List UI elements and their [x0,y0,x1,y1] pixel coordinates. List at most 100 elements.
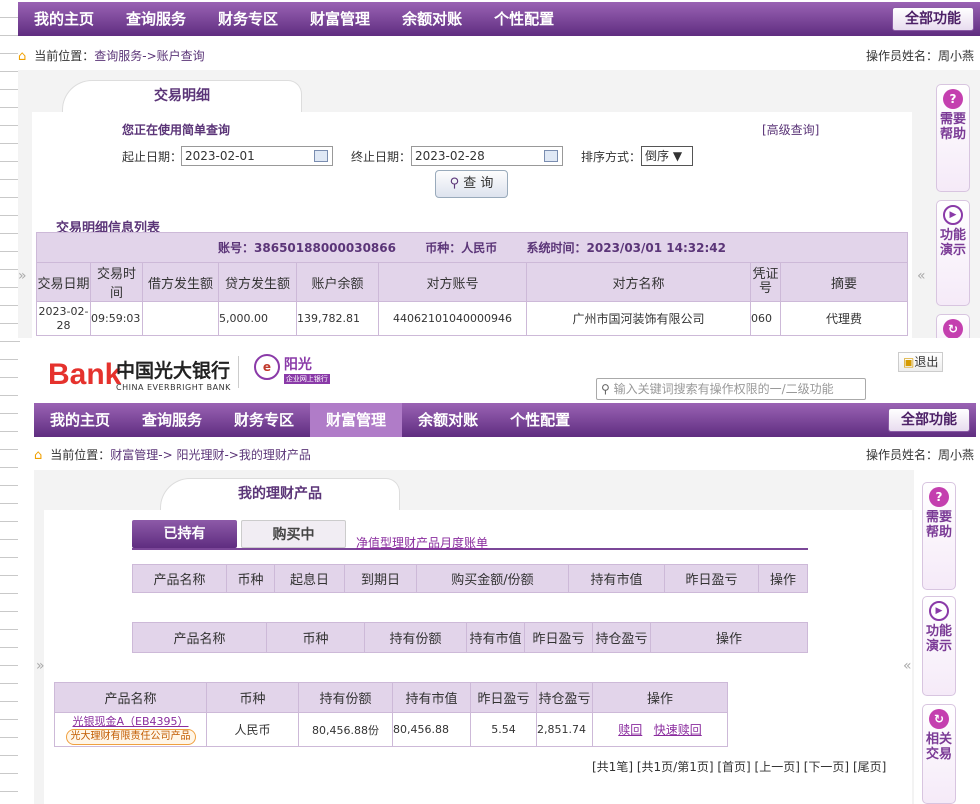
col-header: 持有市值 [466,622,525,653]
next-page-link[interactable]: [下一页] [804,760,849,774]
monthly-statement-link[interactable]: 净值型理财产品月度账单 [356,534,488,551]
demo-button[interactable]: ▶ 功能演示 [936,200,970,306]
market-value-cell: 80,456.88 [392,712,471,747]
shares-cell: 80,456.88份 [298,712,393,747]
nav-wealth[interactable]: 财富管理 [294,2,386,36]
table-header: 产品名称 币种 起息日 到期日 购买金额/份额 持有市值 昨日盈亏 操作 [132,564,808,593]
related-button-partial[interactable]: ↻ [936,314,970,338]
all-functions-button[interactable]: 全部功能 [892,7,974,31]
advanced-query-link[interactable]: [高级查询] [762,121,819,138]
all-functions-button[interactable]: 全部功能 [888,408,970,432]
calendar-icon[interactable] [314,150,328,162]
col-header: 币种 [266,622,365,653]
crumb-path: 财富管理-> 阳光理财->我的理财产品 [110,448,311,462]
currency-cell: 人民币 [206,712,299,747]
fast-redeem-link[interactable]: 快速赎回 [654,723,702,737]
bank-logo: Bank [48,358,122,391]
nav-personal-config[interactable]: 个性配置 [494,403,586,437]
product-name-link[interactable]: 光银现金A（EB4395） [55,715,206,729]
bank-name: 中国光大银行 CHINA EVERBRIGHT BANK [116,360,231,392]
start-date-input[interactable]: 2023-02-01 [181,146,333,166]
col-header: 操作 [650,622,808,653]
col-header: 交易日期 [36,262,91,302]
wealth-products-screen: Bank 中国光大银行 CHINA EVERBRIGHT BANK e 阳光 企… [18,348,980,804]
nav-query-service[interactable]: 查询服务 [110,2,202,36]
nav-wealth[interactable]: 财富管理 [310,403,403,437]
crumb-label: 当前位置： [50,448,111,462]
home-icon[interactable]: ⌂ [34,448,42,463]
end-date-label: 终止日期： [351,150,412,164]
col-header: 币种 [206,682,299,713]
col-header: 贷方发生额 [218,262,297,302]
refresh-icon: ↻ [943,319,963,338]
tab-my-products[interactable]: 我的理财产品 [160,478,400,514]
nav-balance-check[interactable]: 余额对账 [386,2,478,36]
page-info: [共1页/第1页] [636,760,714,774]
home-icon[interactable]: ⌂ [18,49,26,64]
end-date-input[interactable]: 2023-02-28 [411,146,563,166]
col-header: 对方名称 [526,262,751,302]
yesterday-pl-cell: 5.54 [470,712,537,747]
prev-page-link[interactable]: [上一页] [755,760,800,774]
sunshine-logo: e 阳光 企业网上银行 [254,354,330,384]
position-pl-cell: 2,851.74 [536,712,593,747]
account-query-screen: 我的主页 查询服务 财务专区 财富管理 余额对账 个性配置 全部功能 ⌂ 当前位置… [18,0,980,338]
help-button[interactable]: ? 需要帮助 [922,482,956,590]
breadcrumb: ⌂ 当前位置：查询服务->账户查询 [18,47,205,64]
start-date-label: 起止日期： [122,150,183,164]
expand-left-chevron[interactable]: » [36,658,45,674]
function-search-input[interactable]: ⚲ 输入关键词搜索有操作权限的一/二级功能 [596,378,866,400]
transaction-table: 账号：38650188000030866 币种：人民币 系统时间：2023/03… [36,232,908,336]
col-header: 持有市值 [568,564,665,593]
total-count: [共1笔] [592,760,633,774]
col-header: 持有市值 [392,682,471,713]
col-header: 昨日盈亏 [524,622,593,653]
col-header: 产品名称 [54,682,207,713]
main-nav: 我的主页 查询服务 财务专区 财富管理 余额对账 个性配置 全部功能 [34,403,976,437]
col-header: 持仓盈亏 [592,622,651,653]
nav-home[interactable]: 我的主页 [18,2,110,36]
demo-button[interactable]: ▶ 功能演示 [922,596,956,696]
col-header: 借方发生额 [142,262,219,302]
table-row[interactable]: 光银现金A（EB4395） 光大理财有限责任公司产品 人民币 80,456.88… [54,712,728,747]
nav-home[interactable]: 我的主页 [34,403,126,437]
col-header: 到期日 [344,564,417,593]
nav-query-service[interactable]: 查询服务 [126,403,218,437]
tab-transaction-detail[interactable]: 交易明细 [62,80,302,116]
search-icon: ⚲ [601,382,610,396]
table-row[interactable]: 2023-02-28 09:59:03 5,000.00 139,782.81 … [36,301,908,336]
held-products-table-a: 产品名称 币种 持有份额 持有市值 昨日盈亏 持仓盈亏 操作 [132,622,808,653]
buying-products-table: 产品名称 币种 起息日 到期日 购买金额/份额 持有市值 昨日盈亏 操作 [132,564,808,593]
col-header: 产品名称 [132,564,227,593]
refresh-icon: ↻ [929,709,949,729]
related-trade-button[interactable]: ↻ 相关交易 [922,704,956,804]
expand-left-chevron[interactable]: » [18,268,27,284]
col-header: 起息日 [274,564,345,593]
calendar-icon[interactable] [544,150,558,162]
last-page-link[interactable]: [尾页] [853,760,886,774]
redeem-link[interactable]: 赎回 [618,723,642,737]
col-header: 持有份额 [298,682,393,713]
tab-buying[interactable]: 购买中 [241,520,346,548]
col-header: 购买金额/份额 [416,564,569,593]
nav-finance-zone[interactable]: 财务专区 [202,2,294,36]
account-info-row: 账号：38650188000030866 币种：人民币 系统时间：2023/03… [36,232,908,263]
sort-select[interactable]: 倒序 ▼ [641,146,693,166]
nav-balance-check[interactable]: 余额对账 [402,403,494,437]
first-page-link[interactable]: [首页] [717,760,750,774]
nav-finance-zone[interactable]: 财务专区 [218,403,310,437]
col-header: 持有份额 [364,622,467,653]
tab-held[interactable]: 已持有 [132,520,237,548]
help-button[interactable]: ? 需要帮助 [936,84,970,192]
breadcrumb: ⌂ 当前位置：财富管理-> 阳光理财->我的理财产品 [34,446,311,463]
nav-personal-config[interactable]: 个性配置 [478,2,570,36]
collapse-right-chevron[interactable]: « [903,658,912,674]
collapse-right-chevron[interactable]: « [917,268,926,284]
logout-button[interactable]: ▣退出 [898,352,944,372]
operator-name: 操作员姓名：周小燕 [865,448,974,462]
col-header: 对方账号 [378,262,527,302]
crumb-label: 当前位置： [34,49,95,63]
col-header: 持仓盈亏 [536,682,593,713]
sunshine-icon: e [254,354,280,380]
query-button[interactable]: ⚲ 查 询 [435,170,508,198]
